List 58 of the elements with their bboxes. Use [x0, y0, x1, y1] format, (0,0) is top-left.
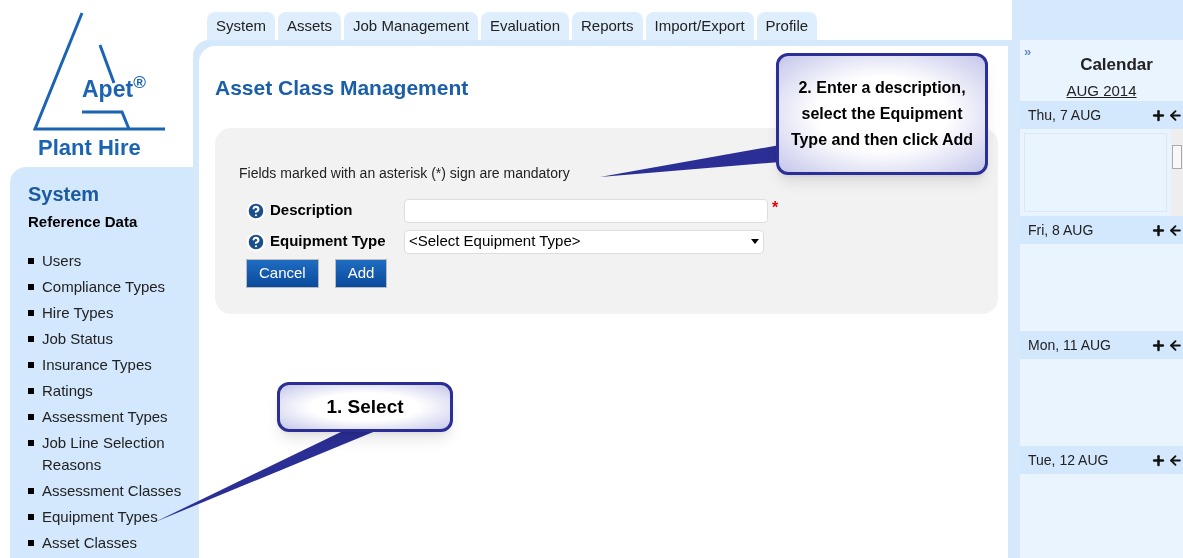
callout: 1. Select — [277, 382, 453, 432]
calendar-title: Calendar — [1079, 54, 1153, 76]
bullet-icon — [28, 439, 34, 446]
sidebar-link[interactable]: Assessment Types — [42, 405, 182, 428]
mandatory-note: Fields marked with an asterisk (*) sign are mandatory — [239, 163, 571, 183]
nav-tab[interactable]: Assets — [278, 12, 342, 40]
sidebar-link[interactable]: Ratings — [42, 379, 182, 402]
sidebar-link[interactable]: Job Status — [42, 327, 182, 350]
field-label: Description — [270, 200, 353, 221]
help-icon[interactable] — [246, 231, 266, 252]
day-label: Thu, 7 AUG — [1028, 105, 1102, 125]
bullet-icon — [28, 283, 34, 290]
bullet-icon — [28, 309, 34, 316]
nav-tab[interactable]: Job Management — [344, 12, 478, 40]
bullet-icon — [28, 413, 34, 420]
bullet-icon — [28, 539, 34, 546]
add-icon[interactable] — [1151, 222, 1166, 238]
nav-tab[interactable]: Import/Export — [645, 12, 754, 40]
day-label: Fri, 8 AUG — [1028, 220, 1094, 240]
day-label: Tue, 12 AUG — [1028, 450, 1109, 470]
bullet-icon — [28, 335, 34, 342]
sidebar-link[interactable]: Asset Classes — [42, 531, 182, 554]
field-label: Equipment Type — [270, 231, 386, 252]
sidebar-link[interactable]: Equipment Types — [42, 505, 182, 528]
equipment-type-select[interactable]: <Select Equipment Type> — [404, 229, 764, 254]
sidebar-title: System — [28, 182, 101, 207]
nav-tab[interactable]: Profile — [756, 12, 818, 40]
nav-tab[interactable]: Reports — [572, 12, 643, 40]
help-icon[interactable] — [246, 200, 266, 221]
caret-icon — [751, 239, 759, 244]
add-icon[interactable] — [1151, 337, 1166, 353]
required-mark: * — [772, 197, 779, 218]
form-button[interactable]: Add — [334, 258, 388, 288]
month-link[interactable]: AUG 2014 — [1066, 79, 1137, 102]
sidebar-link[interactable]: Users — [42, 249, 182, 272]
scrollbar[interactable] — [1171, 129, 1183, 216]
bullet-icon — [28, 487, 34, 494]
bullet-icon — [28, 513, 34, 520]
callout: 2. Enter a description, select the Equipment Type and then click Add — [776, 53, 988, 175]
add-icon[interactable] — [1151, 107, 1166, 123]
sidebar-link[interactable]: Insurance Types — [42, 353, 182, 376]
form-button[interactable]: Cancel — [246, 258, 319, 288]
add-icon[interactable] — [1151, 452, 1166, 468]
bullet-icon — [28, 361, 34, 368]
section-heading: Reference Data — [28, 212, 139, 232]
sidebar-link[interactable]: Job Line Selection Reasons — [42, 431, 182, 476]
nav-tab[interactable]: System — [207, 12, 275, 40]
sidebar-link[interactable]: Assessment Classes — [42, 479, 182, 502]
bullet-icon — [28, 257, 34, 264]
sidebar-link[interactable]: Compliance Types — [42, 275, 182, 298]
sidebar-link[interactable]: Hire Types — [42, 301, 182, 324]
description-field[interactable] — [404, 198, 768, 223]
bullet-icon — [28, 387, 34, 394]
logo-subtitle: Plant Hire — [38, 137, 141, 159]
logo-brand: Apet$^{®}$ — [82, 78, 146, 101]
day-label: Mon, 11 AUG — [1028, 335, 1111, 355]
nav-tab[interactable]: Evaluation — [480, 12, 569, 40]
page-title: Asset Class Management — [215, 75, 469, 101]
